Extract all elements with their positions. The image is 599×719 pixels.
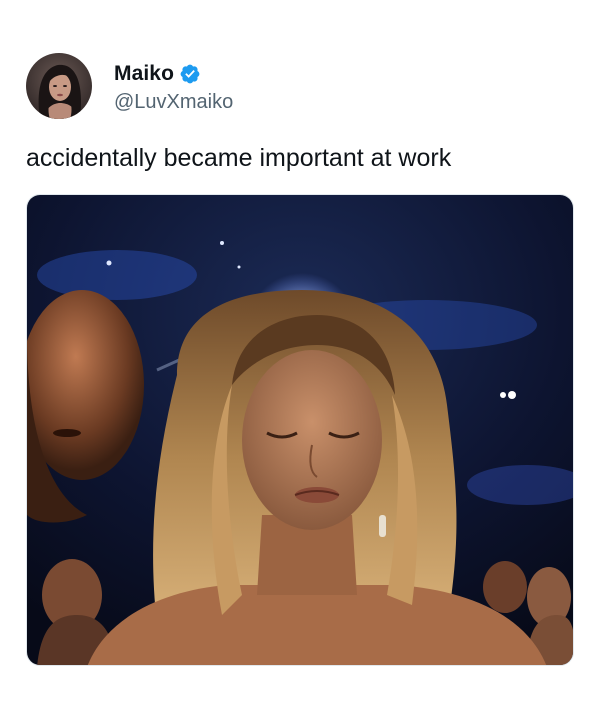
author-avatar[interactable] bbox=[26, 53, 92, 119]
tweet-media[interactable] bbox=[26, 194, 574, 666]
tweet-header: Maiko @LuvXmaiko bbox=[26, 52, 233, 120]
tweet-card: Maiko @LuvXmaiko accidentally became imp… bbox=[0, 0, 599, 719]
profile-photo-icon bbox=[26, 53, 92, 119]
verified-badge-icon bbox=[179, 63, 201, 85]
display-name-row: Maiko bbox=[114, 59, 233, 89]
author-names: Maiko @LuvXmaiko bbox=[114, 59, 233, 114]
author-handle[interactable]: @LuvXmaiko bbox=[114, 91, 233, 114]
photo-icon bbox=[27, 195, 573, 665]
tweet-text: accidentally became important at work bbox=[26, 144, 452, 172]
author-display-name[interactable]: Maiko bbox=[114, 62, 174, 86]
